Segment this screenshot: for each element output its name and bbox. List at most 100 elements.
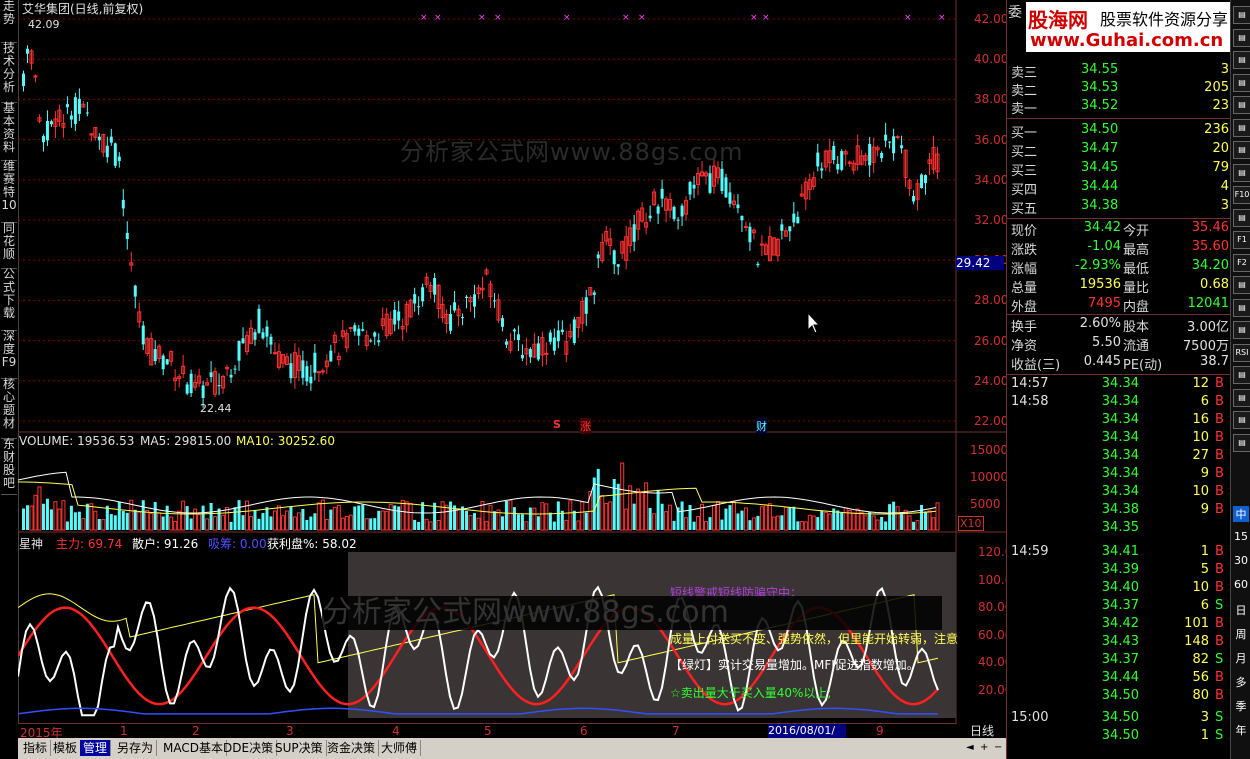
chart-icon[interactable]: ▤	[1233, 51, 1250, 69]
chart-icon[interactable]: ▤	[1233, 276, 1250, 294]
chart-icon[interactable]: ▤	[1233, 96, 1250, 114]
watermark-text: 分析家公式网www.88gs.com	[400, 138, 744, 166]
bottom-tab-4[interactable]: MACD基本	[160, 740, 227, 756]
volume-bar	[632, 503, 636, 530]
bottom-tab-0[interactable]: 指标	[20, 740, 52, 756]
left-tab-0[interactable]: 走势	[1, 0, 17, 43]
volume-bar	[528, 507, 532, 530]
volume-bar	[33, 494, 38, 531]
chart-icon[interactable]: ▤	[1233, 141, 1250, 159]
period-shortcut[interactable]: 60	[1233, 578, 1249, 591]
gear-icon[interactable]: ▤	[1233, 6, 1250, 24]
stat-value: 0.68	[1200, 277, 1229, 292]
volume-bar	[181, 500, 186, 531]
chart-icon[interactable]: ▤	[1233, 433, 1250, 452]
bottom-tab-1[interactable]: 模板	[50, 740, 82, 756]
zoom-in-icon[interactable]: +	[980, 742, 988, 753]
bottom-tab-2[interactable]: 管理	[80, 740, 112, 756]
candle-body	[492, 300, 496, 302]
stat-label: 涨幅	[1011, 262, 1038, 277]
volume-bar	[468, 515, 473, 531]
period-shortcut[interactable]: 30	[1233, 554, 1249, 567]
chart-icon[interactable]: ▤	[1233, 321, 1250, 339]
chart-icon[interactable]: ▤	[1233, 208, 1250, 227]
period-shortcut[interactable]: 多	[1233, 674, 1249, 690]
volume-bar	[436, 519, 441, 531]
volume-bar	[165, 505, 169, 530]
period-shortcut[interactable]: 年	[1233, 722, 1249, 738]
period-shortcut[interactable]: 季	[1233, 698, 1249, 714]
buy-level-price: 34.50	[1081, 122, 1119, 137]
left-tab-4[interactable]: 同花顺	[1, 222, 17, 269]
signal-marker: ×	[750, 13, 758, 23]
scroll-controls[interactable]: ◄ + −	[956, 740, 1006, 759]
bottom-tab-5[interactable]: DDE决策	[220, 740, 278, 756]
volume-bar	[25, 505, 29, 530]
chart-icon[interactable]: ▤	[1233, 411, 1250, 429]
candle-body	[461, 317, 465, 319]
period-shortcut[interactable]: 日	[1233, 602, 1249, 618]
buy-level-volume: 79	[1212, 160, 1229, 175]
tick-row: 14:59 34.41 1 B	[1009, 544, 1229, 562]
chart-icon[interactable]: ▤	[1233, 298, 1250, 317]
bottom-tab-6[interactable]: SUP决策	[272, 740, 327, 756]
volume-bar	[564, 519, 569, 531]
zoom-out-icon[interactable]: −	[994, 742, 1002, 753]
left-tab-1[interactable]: 技术分析	[1, 42, 17, 103]
bottom-tab-3[interactable]: 另存为	[114, 740, 158, 756]
volume-bar	[875, 519, 880, 531]
candle-body	[895, 136, 900, 139]
toolbar-F2-icon[interactable]: F2	[1233, 253, 1250, 272]
candle-body	[165, 359, 169, 365]
candle-body	[45, 120, 49, 141]
stat-label: 内盘	[1123, 300, 1150, 315]
tick-direction: B	[1215, 562, 1224, 577]
left-tab-8[interactable]: 东财股吧	[1, 438, 17, 495]
toolbar-F10-icon[interactable]: F10	[1233, 186, 1250, 204]
left-tab-3[interactable]: 维赛特10	[1, 160, 17, 223]
tick-direction: B	[1215, 376, 1224, 391]
volume-bar	[233, 507, 237, 530]
chart-icon[interactable]: ▤	[1233, 73, 1250, 92]
volume-bar	[620, 462, 625, 531]
volume-bar	[672, 520, 676, 530]
candle-body	[572, 319, 576, 344]
period-label[interactable]: 日线	[958, 722, 1006, 738]
period-shortcut[interactable]: 月	[1233, 650, 1249, 666]
volume-bar	[93, 510, 98, 531]
left-tab-7[interactable]: 核心题材	[1, 378, 17, 439]
toolbar-F1-icon[interactable]: F1	[1233, 231, 1250, 249]
volume-bar	[652, 513, 657, 531]
left-tab-6[interactable]: 深度F9	[1, 330, 17, 379]
candle-body	[257, 308, 261, 333]
scroll-left-icon[interactable]: ◄	[966, 742, 974, 753]
month-label: 6	[580, 724, 588, 738]
volume-bar	[449, 501, 453, 530]
volume-bar	[217, 508, 221, 530]
toolbar-RSI-icon[interactable]: RSI	[1233, 343, 1250, 362]
volume-ma5: MA5: 29815.00	[140, 434, 232, 448]
chart-icon[interactable]: ▤	[1233, 163, 1250, 182]
volume-bar	[113, 515, 117, 530]
volume-bar	[121, 511, 125, 530]
chart-icon[interactable]: ▤	[1233, 118, 1250, 137]
candle-body	[868, 143, 872, 166]
tick-volume: 101	[1184, 616, 1209, 631]
bottom-tab-7[interactable]: 资金决策	[324, 740, 380, 756]
volume-bar	[799, 521, 804, 531]
tick-volume: 1	[1200, 544, 1209, 559]
tick-direction: B	[1215, 430, 1224, 445]
arrow-icon[interactable]: ▤	[1233, 366, 1250, 384]
left-tab-2[interactable]: 基本资料	[1, 102, 17, 161]
period-shortcut[interactable]: 周	[1233, 626, 1249, 642]
period-shortcut[interactable]: 中	[1233, 506, 1249, 522]
chart-icon[interactable]: ▤	[1233, 388, 1250, 407]
volume-bar	[284, 510, 289, 531]
chart-icon[interactable]: ▤	[1233, 28, 1250, 47]
volume-bar	[927, 510, 932, 531]
left-tab-5[interactable]: 公式下载	[1, 268, 17, 331]
month-label: 9	[876, 724, 884, 738]
overlay-line2: 成量上付送买不变、强势依然，但里能开始转弱，注意	[670, 632, 959, 646]
period-shortcut[interactable]: 15	[1233, 530, 1249, 543]
bottom-tab-8[interactable]: 大师傅	[378, 740, 422, 756]
